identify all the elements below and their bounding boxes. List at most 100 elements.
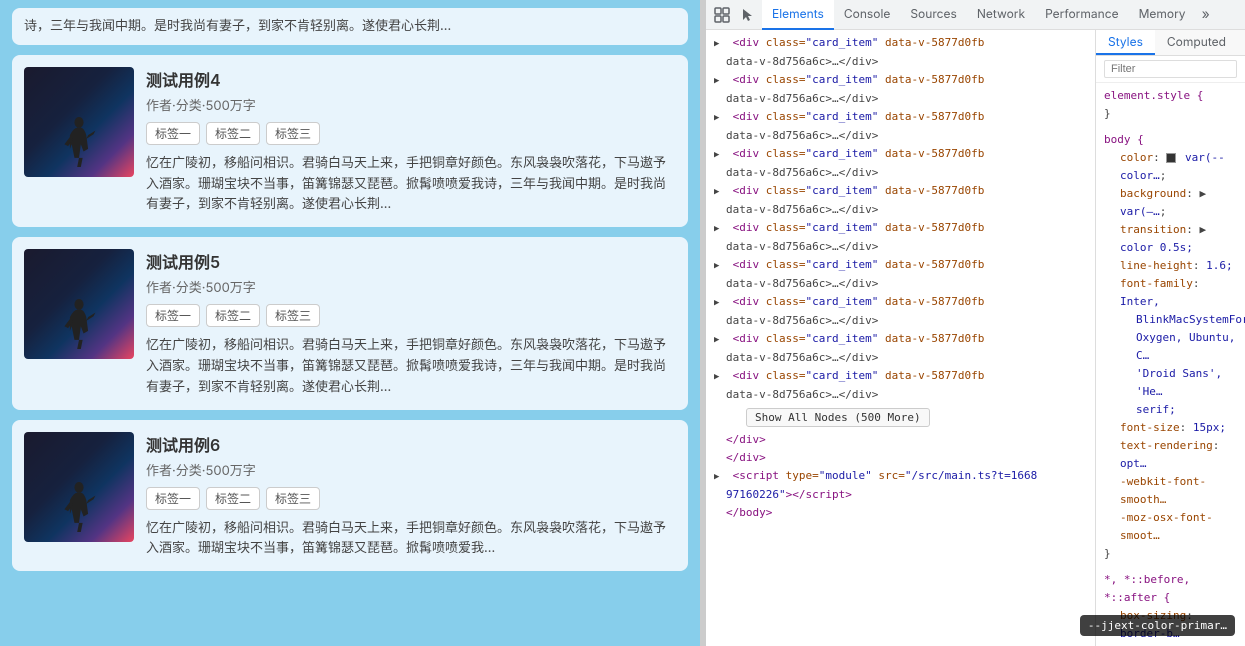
css-filter-input[interactable] (1104, 60, 1237, 78)
card-silhouette-4 (59, 117, 99, 167)
dom-row-10b[interactable]: data-v-8d756a6c>…</div> (706, 386, 1095, 404)
dom-row-5[interactable]: ▶ <div class="card_item" data-v-5877d0fb (706, 182, 1095, 201)
color-swatch (1166, 153, 1176, 163)
css-rule-body: body { color: var(--color…; background: … (1104, 131, 1237, 563)
dom-triangle-1: ▶ (714, 36, 726, 52)
dom-triangle-6: ▶ (714, 221, 726, 237)
card-tags-5: 标签一 标签二 标签三 (146, 304, 676, 327)
card-content-5: 测试用例5 作者·分类·500万字 标签一 标签二 标签三 忆在广陵初，移船问相… (146, 249, 676, 397)
tab-memory[interactable]: Memory (1129, 0, 1196, 30)
card-tag-5-2[interactable]: 标签三 (266, 304, 320, 327)
dom-triangle-9: ▶ (714, 332, 726, 348)
dom-row-6b[interactable]: data-v-8d756a6c>…</div> (706, 238, 1095, 256)
card-tag-4-1[interactable]: 标签二 (206, 122, 260, 145)
card-tag-5-0[interactable]: 标签一 (146, 304, 200, 327)
dom-triangle-4: ▶ (714, 147, 726, 163)
card-item-6: 测试用例6 作者·分类·500万字 标签一 标签二 标签三 忆在广陵初，移船问相… (12, 420, 688, 572)
dom-script-row-b[interactable]: 97160226"></script> (706, 486, 1095, 504)
card-partial-content: 诗，三年与我闻中期。是时我尚有妻子，到家不肯轻别离。遂使君心长荆… (24, 16, 676, 37)
card-item-5: 测试用例5 作者·分类·500万字 标签一 标签二 标签三 忆在广陵初，移船问相… (12, 237, 688, 409)
card-tag-6-0[interactable]: 标签一 (146, 487, 200, 510)
dom-row-7[interactable]: ▶ <div class="card_item" data-v-5877d0fb (706, 256, 1095, 275)
tab-network[interactable]: Network (967, 0, 1035, 30)
card-tag-4-2[interactable]: 标签三 (266, 122, 320, 145)
dom-row-2[interactable]: ▶ <div class="card_item" data-v-5877d0fb (706, 71, 1095, 90)
dom-triangle-8: ▶ (714, 295, 726, 311)
card-image-4 (24, 67, 134, 177)
dom-triangle-5: ▶ (714, 184, 726, 200)
devtools-content: ▶ <div class="card_item" data-v-5877d0fb… (706, 30, 1245, 646)
dom-row-10[interactable]: ▶ <div class="card_item" data-v-5877d0fb (706, 367, 1095, 386)
dom-row-1b[interactable]: data-v-8d756a6c>…</div> (706, 53, 1095, 71)
dom-triangle-7: ▶ (714, 258, 726, 274)
card-meta-5: 作者·分类·500万字 (146, 277, 676, 296)
dom-closing-div2: </div> (706, 449, 1095, 467)
css-rule-element-style: element.style { } (1104, 87, 1237, 123)
card-silhouette-6 (59, 482, 99, 532)
card-tag-6-2[interactable]: 标签三 (266, 487, 320, 510)
card-tag-5-1[interactable]: 标签二 (206, 304, 260, 327)
card-item-4: 测试用例4 作者·分类·500万字 标签一 标签二 标签三 忆在广陵初，移船问相… (12, 55, 688, 227)
card-desc-5: 忆在广陵初，移船问相识。君骑白马天上来，手把铜章好颜色。东风袅袅吹落花，下马遨予… (146, 335, 676, 397)
devtools-panel: Elements Console Sources Network Perform… (706, 0, 1245, 646)
dom-row-2b[interactable]: data-v-8d756a6c>…</div> (706, 90, 1095, 108)
dom-row-8[interactable]: ▶ <div class="card_item" data-v-5877d0fb (706, 293, 1095, 312)
show-all-nodes-row: Show All Nodes (500 More) (706, 404, 1095, 431)
card-tag-6-1[interactable]: 标签二 (206, 487, 260, 510)
card-content-6: 测试用例6 作者·分类·500万字 标签一 标签二 标签三 忆在广陵初，移船问相… (146, 432, 676, 560)
styles-panel: Styles Computed Layo… element.style { (1096, 30, 1245, 646)
css-variable-tooltip: --jjext-color-primar… (1080, 615, 1235, 636)
card-content-4: 测试用例4 作者·分类·500万字 标签一 标签二 标签三 忆在广陵初，移船问相… (146, 67, 676, 215)
card-image-6 (24, 432, 134, 542)
devtools-top-tabs: Elements Console Sources Network Perform… (706, 0, 1245, 30)
dom-row-4[interactable]: ▶ <div class="card_item" data-v-5877d0fb (706, 145, 1095, 164)
dom-closing-div1: </div> (706, 431, 1095, 449)
tab-performance[interactable]: Performance (1035, 0, 1128, 30)
tab-elements[interactable]: Elements (762, 0, 834, 30)
tab-layout[interactable]: Layo… (1238, 30, 1245, 55)
dom-row-6[interactable]: ▶ <div class="card_item" data-v-5877d0fb (706, 219, 1095, 238)
card-desc-6: 忆在广陵初，移船问相识。君骑白马天上来，手把铜章好颜色。东风袅袅吹落花，下马遨予… (146, 518, 676, 560)
dom-triangle-3: ▶ (714, 110, 726, 126)
dom-row-7b[interactable]: data-v-8d756a6c>…</div> (706, 275, 1095, 293)
show-all-nodes-button[interactable]: Show All Nodes (500 More) (746, 408, 930, 427)
devtools-cursor-icon[interactable] (736, 3, 760, 27)
card-silhouette-5 (59, 299, 99, 349)
card-partial-desc: 诗，三年与我闻中期。是时我尚有妻子，到家不肯轻别离。遂使君心长荆… (24, 16, 676, 37)
card-title-4: 测试用例4 (146, 67, 676, 91)
dom-tag-1: <div (733, 36, 760, 49)
devtools-inspect-icon[interactable] (710, 3, 734, 27)
dom-row-3[interactable]: ▶ <div class="card_item" data-v-5877d0fb (706, 108, 1095, 127)
card-meta-4: 作者·分类·500万字 (146, 95, 676, 114)
dom-row-5b[interactable]: data-v-8d756a6c>…</div> (706, 201, 1095, 219)
dom-tree-panel[interactable]: ▶ <div class="card_item" data-v-5877d0fb… (706, 30, 1096, 646)
dom-script-row[interactable]: ▶ <script type="module" src="/src/main.t… (706, 467, 1095, 486)
dom-row-1[interactable]: ▶ <div class="card_item" data-v-5877d0fb (706, 34, 1095, 53)
dom-body-close: </body> (706, 504, 1095, 522)
tab-computed[interactable]: Computed (1155, 30, 1238, 55)
card-title-5: 测试用例5 (146, 249, 676, 273)
card-desc-4: 忆在广陵初，移船问相识。君骑白马天上来，手把铜章好颜色。东风袅袅吹落花，下马遨予… (146, 153, 676, 215)
devtools-more-tabs[interactable]: » (1196, 6, 1216, 23)
tab-sources[interactable]: Sources (900, 0, 967, 30)
card-tag-4-0[interactable]: 标签一 (146, 122, 200, 145)
dom-triangle-2: ▶ (714, 73, 726, 89)
card-title-6: 测试用例6 (146, 432, 676, 456)
card-tags-6: 标签一 标签二 标签三 (146, 487, 676, 510)
tab-styles[interactable]: Styles (1096, 30, 1155, 55)
dom-triangle-10: ▶ (714, 369, 726, 385)
dom-row-9[interactable]: ▶ <div class="card_item" data-v-5877d0fb (706, 330, 1095, 349)
card-tags-4: 标签一 标签二 标签三 (146, 122, 676, 145)
card-meta-6: 作者·分类·500万字 (146, 460, 676, 479)
styles-sub-tabs: Styles Computed Layo… (1096, 30, 1245, 56)
card-partial: 诗，三年与我闻中期。是时我尚有妻子，到家不肯轻别离。遂使君心长荆… (12, 8, 688, 45)
dom-row-8b[interactable]: data-v-8d756a6c>…</div> (706, 312, 1095, 330)
dom-row-4b[interactable]: data-v-8d756a6c>…</div> (706, 164, 1095, 182)
card-image-5 (24, 249, 134, 359)
css-rules-content: element.style { } body { color: var(--co… (1096, 83, 1245, 646)
dom-row-9b[interactable]: data-v-8d756a6c>…</div> (706, 349, 1095, 367)
card-list: 诗，三年与我闻中期。是时我尚有妻子，到家不肯轻别离。遂使君心长荆… 测试用例4 … (0, 0, 700, 646)
dom-row-3b[interactable]: data-v-8d756a6c>…</div> (706, 127, 1095, 145)
css-filter-bar (1096, 56, 1245, 83)
tab-console[interactable]: Console (834, 0, 900, 30)
